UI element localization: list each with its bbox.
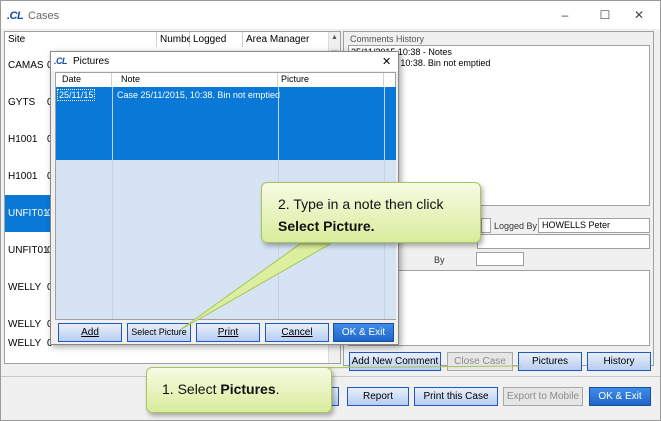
callout-1-text: 1. Select [162, 381, 221, 397]
callout-1-bold: Pictures [220, 381, 276, 397]
callout-2-text: 2. Type in a note then click [278, 196, 444, 212]
callout-1-end: . [275, 381, 280, 397]
callout-step-1: 1. Select Pictures. [146, 367, 332, 413]
callout-step-2: 2. Type in a note then click Select Pict… [261, 182, 481, 243]
callout-2-pointer [179, 243, 332, 331]
callout-2-bold: Select Picture. [278, 218, 375, 234]
